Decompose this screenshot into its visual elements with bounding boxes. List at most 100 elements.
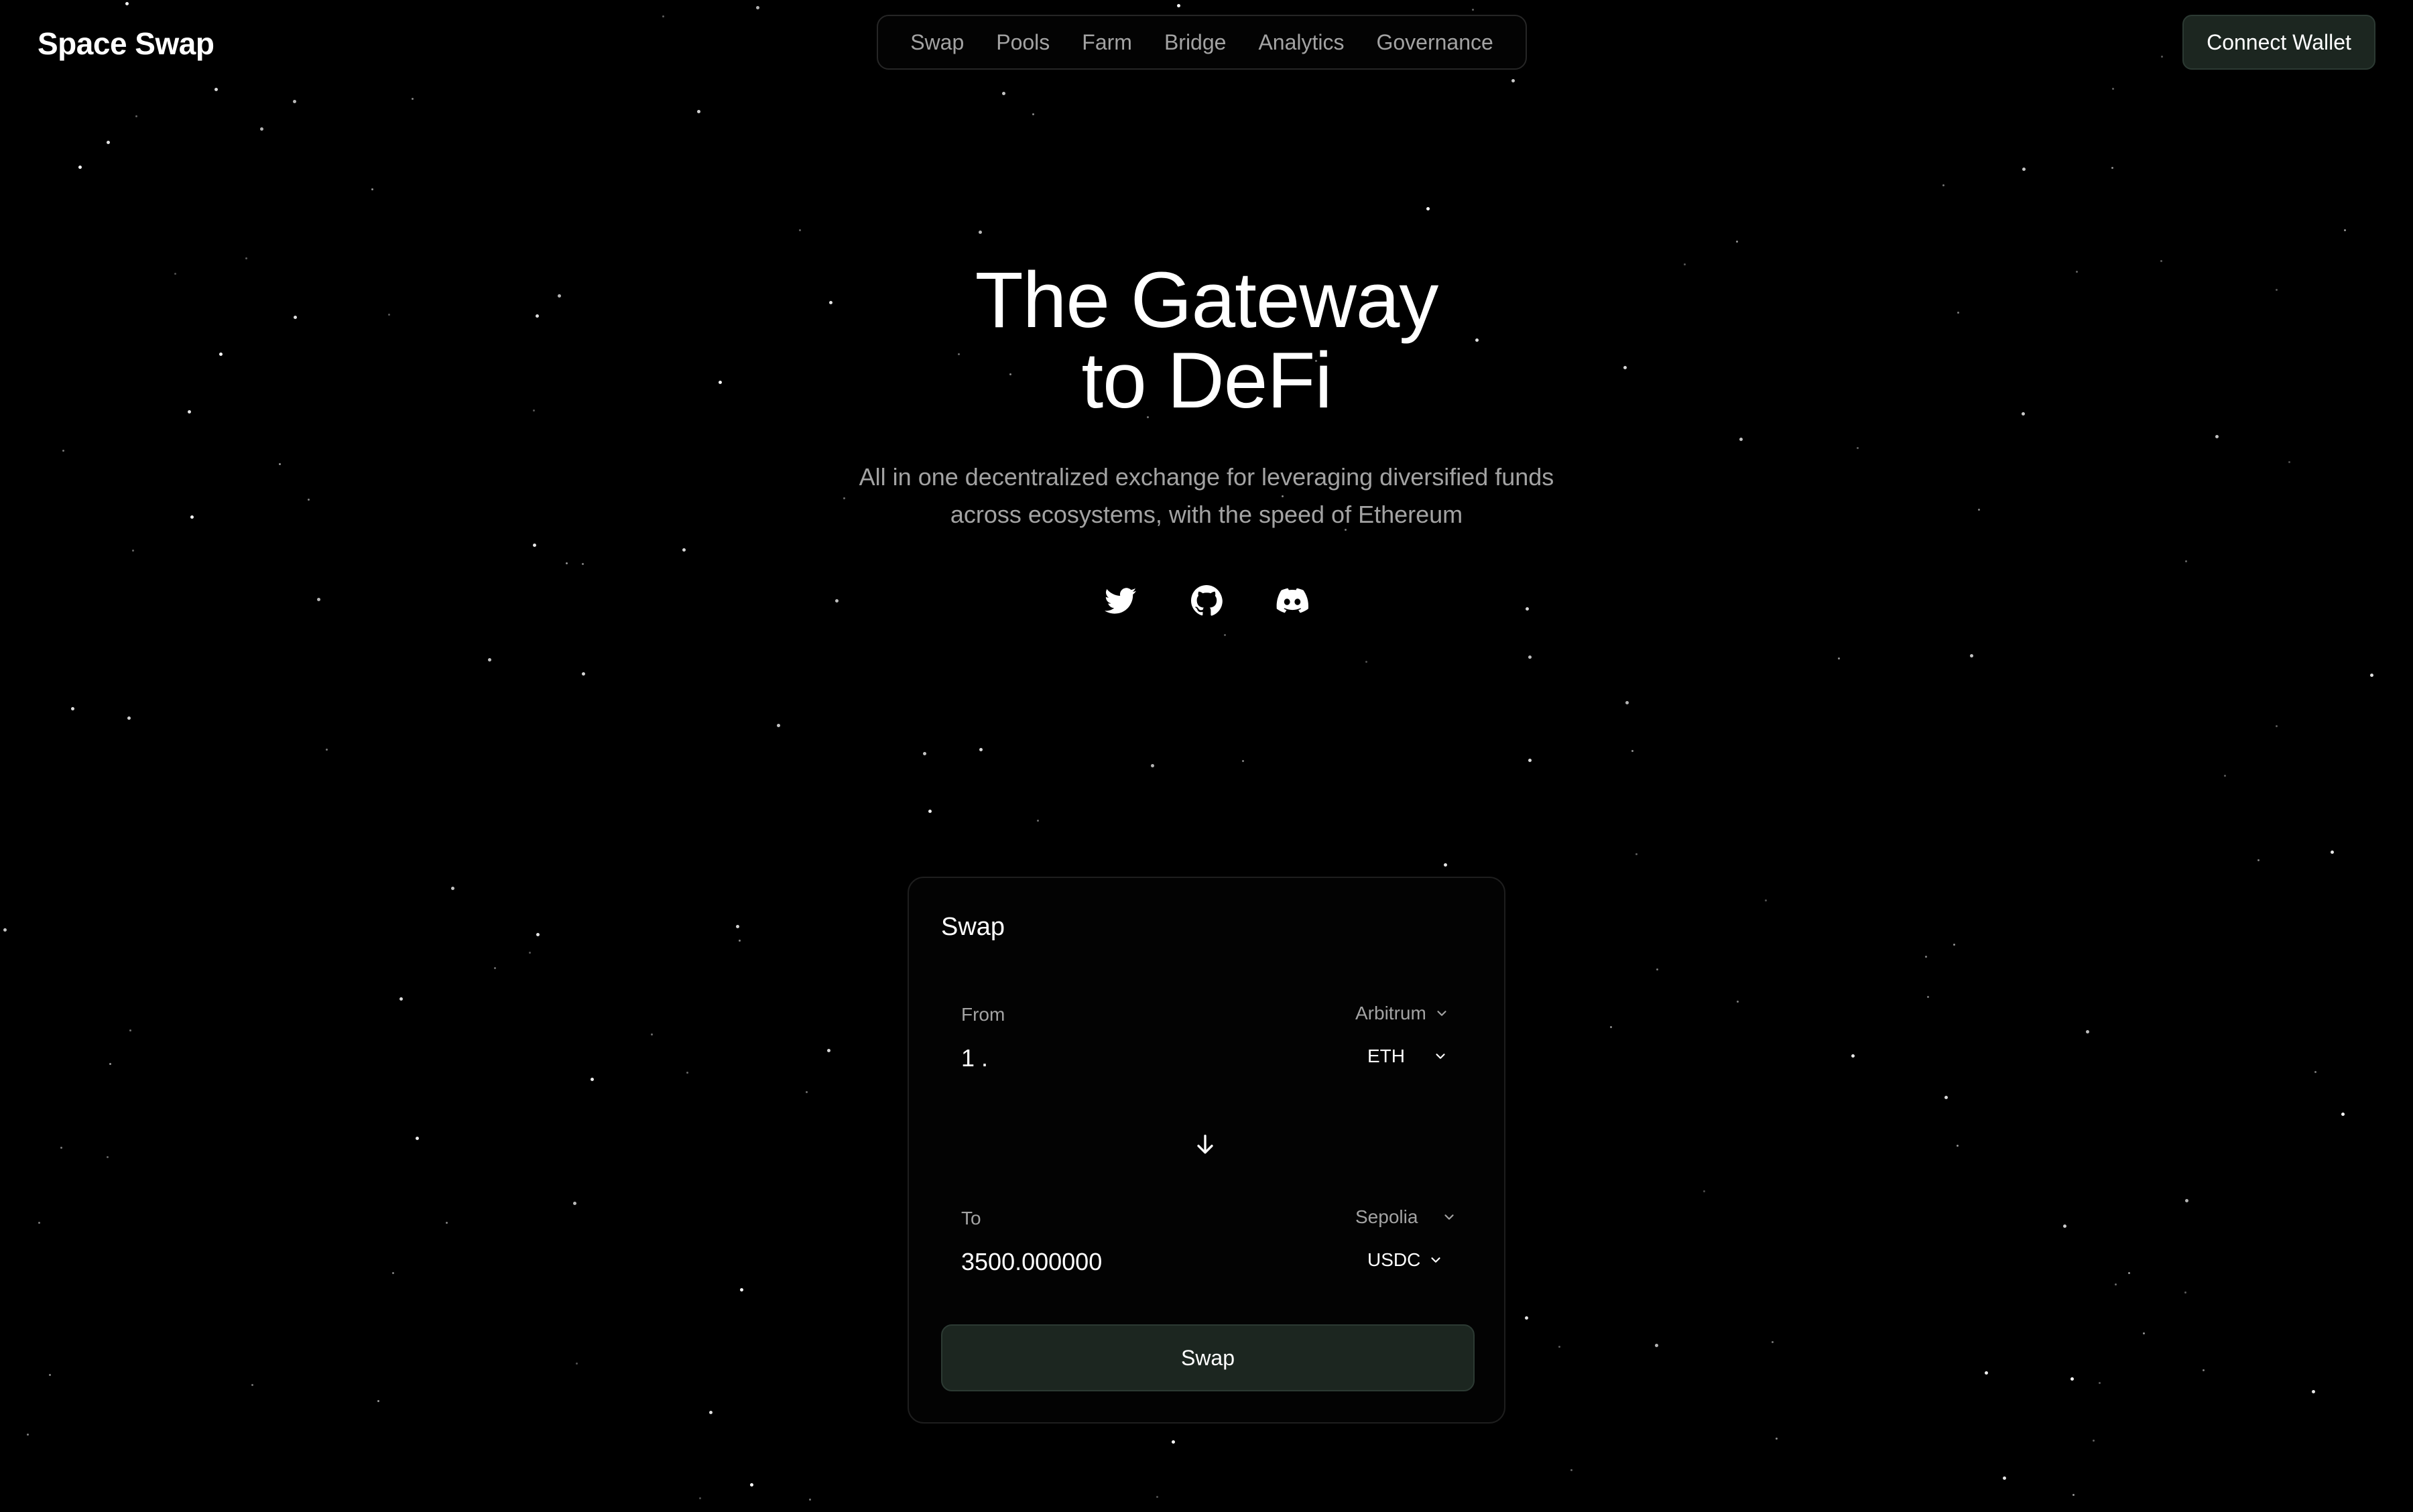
brand-logo[interactable]: Space Swap — [38, 25, 214, 62]
star — [1927, 996, 1929, 998]
star — [923, 752, 926, 755]
from-amount-input[interactable]: 1 . — [961, 1044, 988, 1072]
star — [2314, 1071, 2316, 1073]
from-label: From — [961, 1004, 1005, 1025]
star — [566, 562, 568, 564]
star — [1957, 1145, 1959, 1147]
discord-icon[interactable] — [1276, 584, 1308, 617]
star — [756, 6, 759, 9]
star — [214, 88, 218, 91]
star — [2185, 560, 2187, 562]
star — [60, 1147, 62, 1149]
star — [2161, 56, 2163, 58]
star — [308, 499, 310, 501]
star — [1737, 1001, 1739, 1003]
star — [827, 1049, 830, 1052]
star — [533, 544, 536, 547]
star — [1032, 113, 1034, 115]
star — [392, 1272, 394, 1274]
star — [446, 1222, 448, 1224]
star — [682, 548, 686, 552]
star — [809, 1499, 811, 1501]
star — [591, 1078, 594, 1081]
star — [1776, 1438, 1778, 1440]
to-network-label: Sepolia — [1355, 1206, 1418, 1227]
star — [1944, 1096, 1948, 1099]
star — [2288, 461, 2290, 463]
star — [371, 188, 373, 190]
star — [2099, 1382, 2101, 1384]
star — [1172, 1440, 1175, 1444]
star — [536, 933, 540, 936]
star — [174, 273, 176, 275]
swap-button[interactable]: Swap — [941, 1324, 1475, 1391]
star — [651, 1033, 653, 1035]
github-icon[interactable] — [1190, 584, 1223, 617]
star — [1444, 863, 1447, 867]
star — [1957, 312, 1959, 314]
star — [190, 515, 194, 519]
from-network-select[interactable]: Arbitrum — [1355, 1003, 1449, 1024]
star — [127, 716, 131, 720]
star — [1736, 241, 1738, 243]
star — [1656, 968, 1658, 970]
to-token-label: USDC — [1367, 1249, 1421, 1270]
star — [662, 15, 664, 17]
star — [1635, 853, 1637, 855]
star — [188, 410, 191, 414]
star — [740, 1288, 743, 1292]
star — [835, 599, 839, 603]
star — [2344, 229, 2346, 231]
star — [2185, 1199, 2188, 1202]
swap-direction-arrow-icon[interactable] — [1192, 1131, 1219, 1158]
star — [739, 940, 741, 942]
star — [1953, 944, 1955, 946]
star — [3, 928, 7, 932]
star — [2111, 167, 2113, 169]
swap-card: Swap From 1 . Arbitrum ETH To 3500.00000… — [908, 877, 1505, 1424]
star — [2063, 1224, 2066, 1228]
star — [1631, 750, 1633, 752]
star — [1857, 447, 1859, 449]
star — [750, 1483, 753, 1487]
to-network-select[interactable]: Sepolia — [1355, 1206, 1457, 1228]
nav-item-analytics[interactable]: Analytics — [1258, 30, 1344, 55]
star — [2022, 168, 2026, 171]
nav-item-farm[interactable]: Farm — [1082, 30, 1132, 55]
hero-title: The Gateway to DeFi — [737, 260, 1676, 421]
star — [279, 463, 281, 465]
star — [536, 314, 539, 318]
from-network-label: Arbitrum — [1355, 1003, 1426, 1023]
to-amount-input[interactable]: 3500.000000 — [961, 1248, 1102, 1276]
connect-wallet-button[interactable]: Connect Wallet — [2182, 15, 2375, 70]
star — [129, 1029, 131, 1031]
star — [582, 563, 584, 565]
star — [582, 672, 585, 676]
star — [78, 166, 82, 169]
star — [576, 1363, 578, 1365]
star — [107, 141, 110, 144]
star — [2276, 289, 2278, 291]
twitter-icon[interactable] — [1105, 584, 1137, 617]
to-token-select[interactable]: USDC — [1367, 1249, 1443, 1271]
social-links — [1072, 584, 1341, 627]
star — [2215, 435, 2219, 438]
star — [62, 450, 64, 452]
star — [1978, 509, 1980, 511]
nav-item-bridge[interactable]: Bridge — [1164, 30, 1227, 55]
nav-item-pools[interactable]: Pools — [996, 30, 1050, 55]
nav-item-governance[interactable]: Governance — [1376, 30, 1493, 55]
star — [2112, 88, 2114, 90]
from-token-select[interactable]: ETH — [1367, 1046, 1448, 1067]
star — [1242, 760, 1244, 762]
star — [2086, 1030, 2089, 1033]
star — [451, 887, 454, 890]
star — [109, 1063, 111, 1065]
star — [1472, 9, 1474, 11]
nav-item-swap[interactable]: Swap — [910, 30, 964, 55]
star — [1426, 207, 1430, 210]
from-token-label: ETH — [1367, 1046, 1405, 1066]
star — [251, 1384, 253, 1386]
star — [558, 294, 561, 298]
swap-card-title: Swap — [941, 913, 1005, 941]
